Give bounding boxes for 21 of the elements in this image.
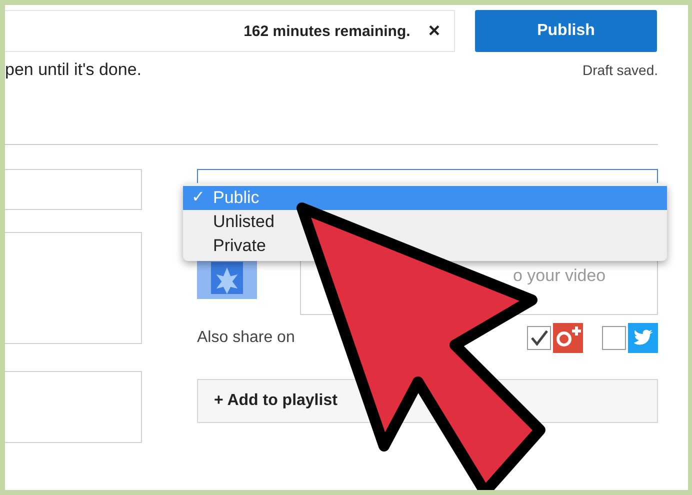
draft-status: Draft saved. xyxy=(582,62,658,80)
close-button[interactable]: × xyxy=(424,20,444,42)
status-message: 162 minutes remaining. xyxy=(244,22,410,40)
google-plus-icon xyxy=(553,323,583,353)
option-label: Private xyxy=(213,235,266,257)
share-checkbox[interactable] xyxy=(527,326,551,350)
publish-button[interactable]: Publish xyxy=(475,10,657,52)
upload-note: pen until it's done. xyxy=(5,60,142,80)
share-checkbox[interactable] xyxy=(602,326,626,350)
tags-field[interactable] xyxy=(5,371,142,443)
share-label: Also share on xyxy=(197,329,295,347)
privacy-option[interactable]: Unlisted xyxy=(183,210,667,234)
bird-icon xyxy=(628,323,658,353)
option-label: Public xyxy=(213,187,260,209)
description-field[interactable] xyxy=(5,232,142,344)
check-icon: ✓ xyxy=(192,189,204,206)
image-icon xyxy=(211,262,243,294)
message-placeholder: o your video xyxy=(513,266,606,285)
option-label: Unlisted xyxy=(213,211,274,233)
privacy-option[interactable]: Private xyxy=(183,234,667,258)
title-field[interactable] xyxy=(5,169,142,210)
